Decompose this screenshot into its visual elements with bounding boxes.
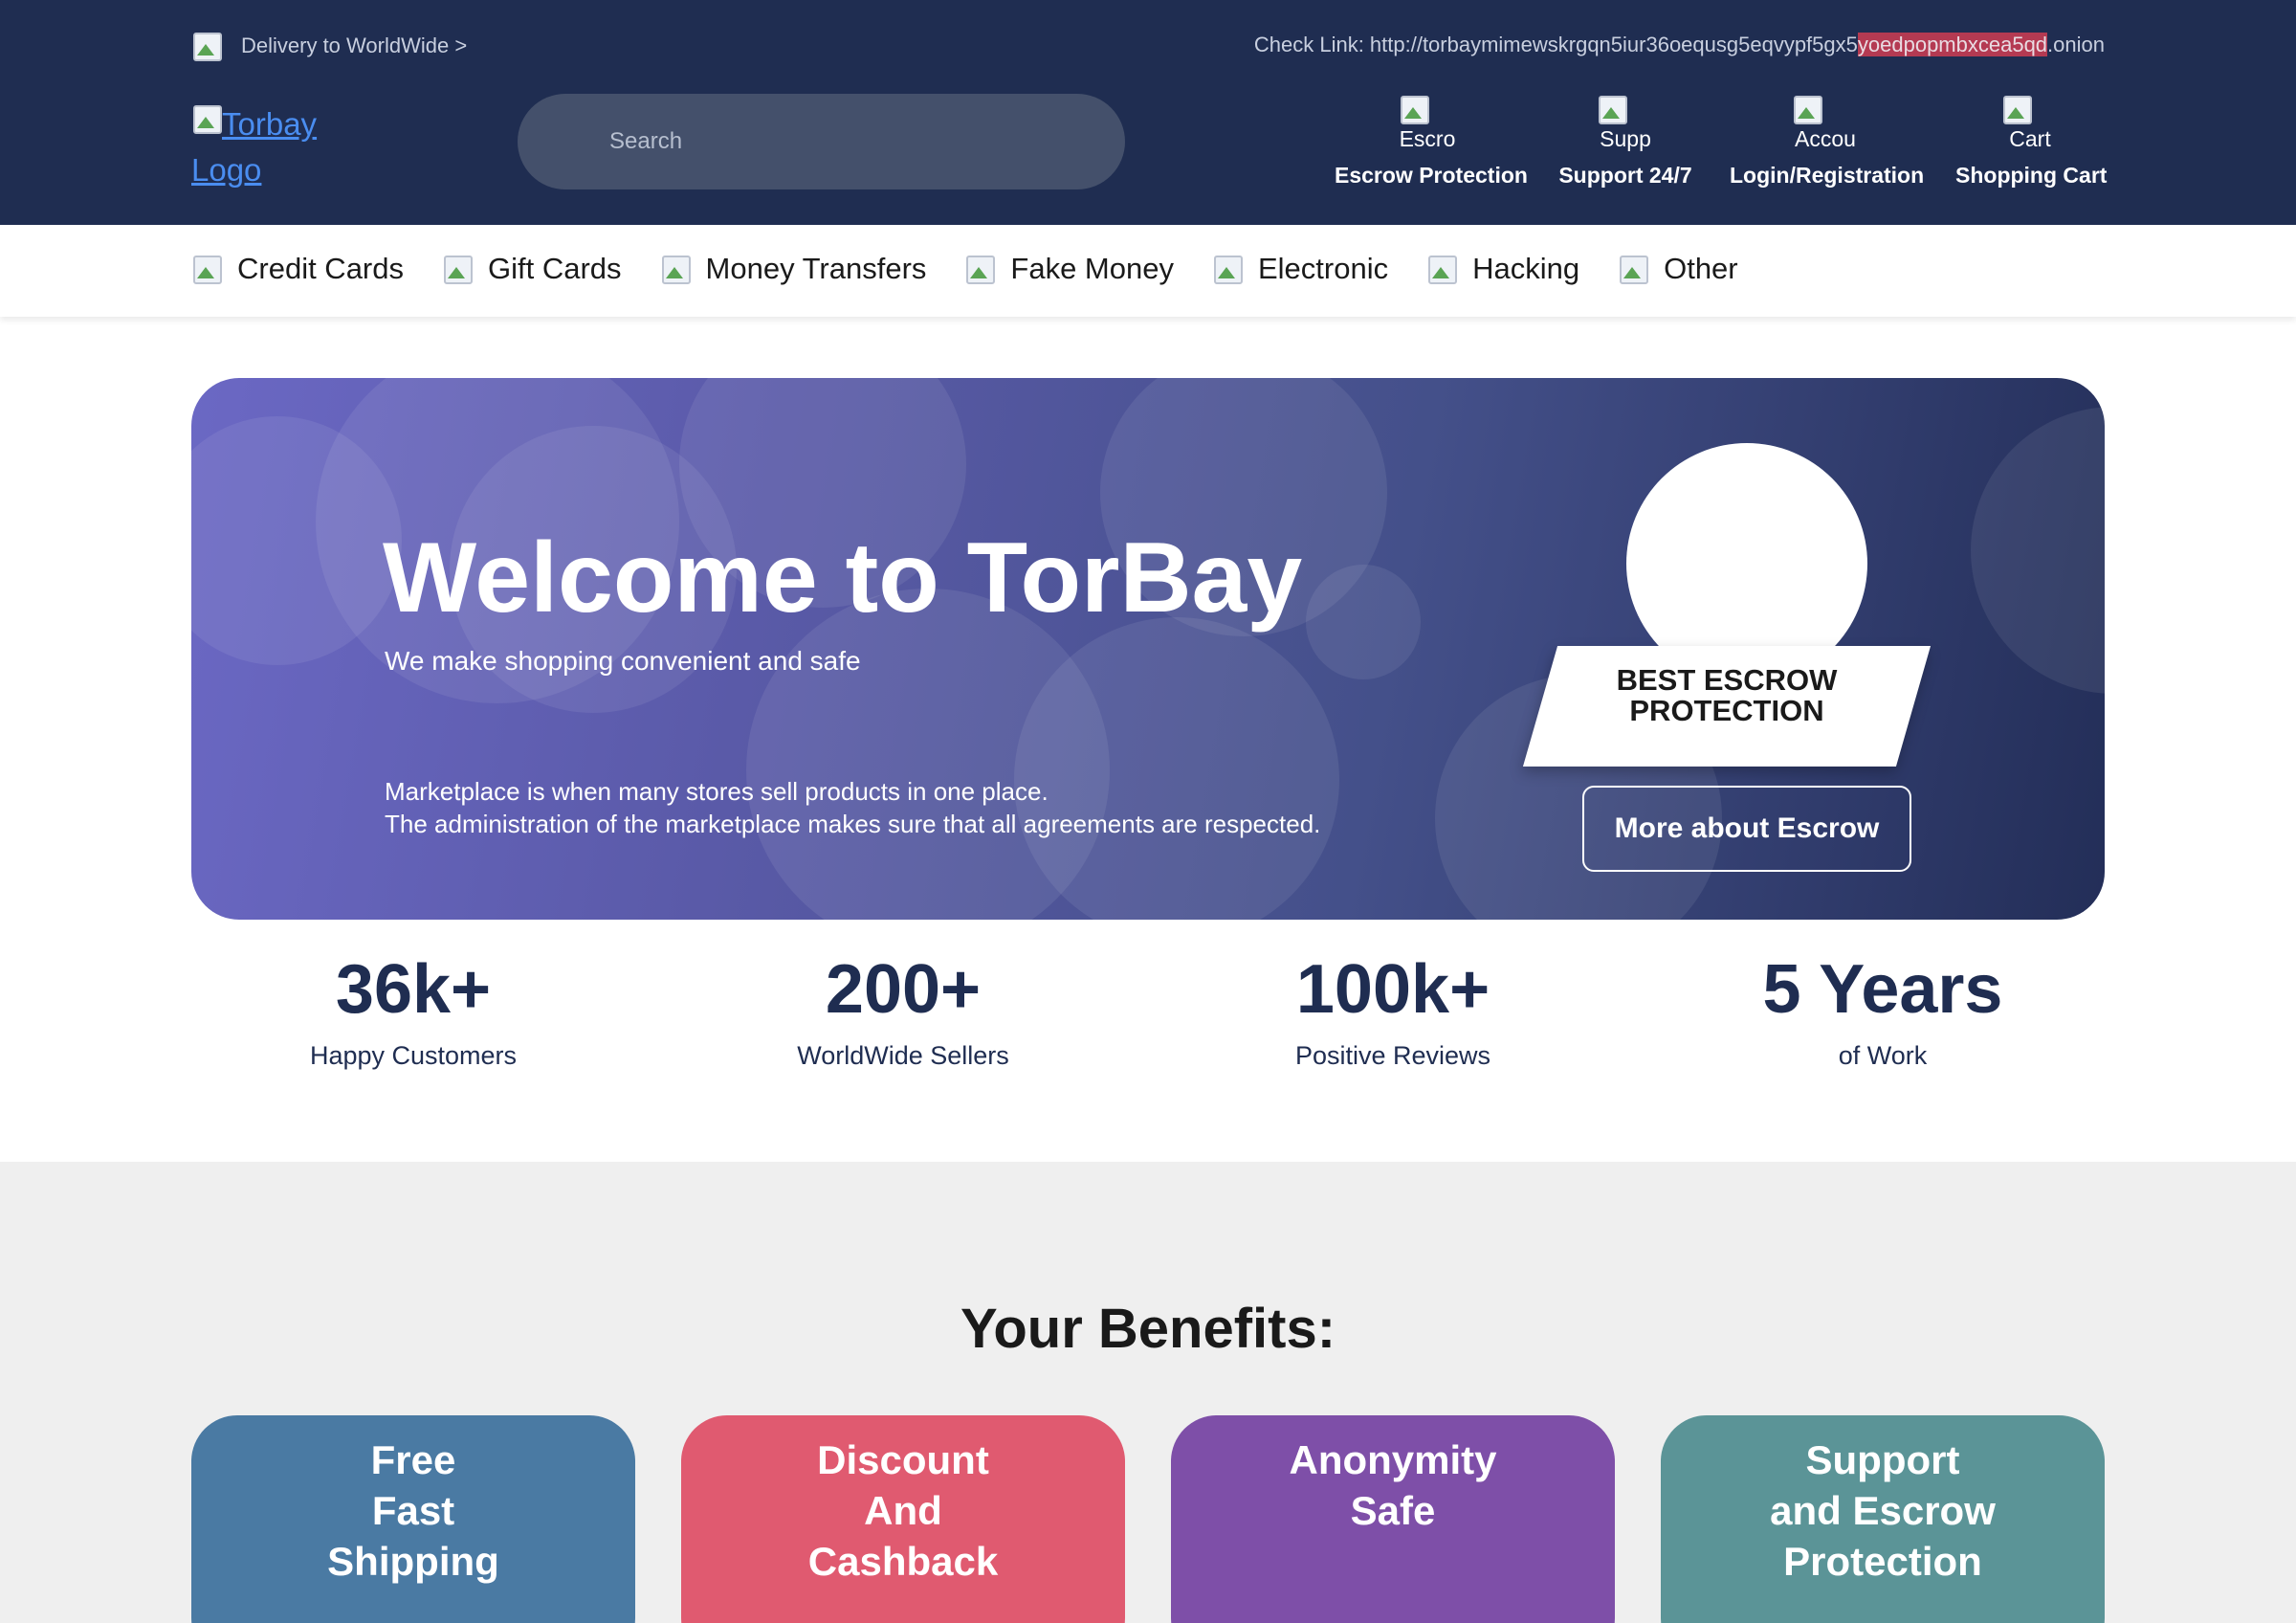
header-nav-escrow[interactable]: Escro Escrow Protection bbox=[1335, 94, 1528, 189]
category-hacking[interactable]: Hacking bbox=[1426, 252, 1579, 286]
account-broken-image-icon bbox=[1792, 94, 1822, 124]
gift-card-icon bbox=[442, 254, 473, 284]
globe-icon bbox=[191, 31, 222, 61]
stat-years: 5 Years of Work bbox=[1691, 947, 2074, 1071]
escrow-icon-alt: Escro bbox=[1399, 126, 1456, 151]
hero-description: Marketplace is when many stores sell pro… bbox=[385, 775, 1320, 840]
bokeh-decoration bbox=[1306, 565, 1421, 679]
benefit-line: Support bbox=[1805, 1437, 1960, 1482]
support-broken-image-icon bbox=[1597, 94, 1627, 124]
stat-label: of Work bbox=[1838, 1041, 1928, 1070]
stat-sellers: 200+ WorldWide Sellers bbox=[712, 947, 1094, 1071]
money-transfer-icon bbox=[660, 254, 691, 284]
top-header: Delivery to WorldWide > Check Link: http… bbox=[0, 0, 2296, 225]
site-logo-link[interactable]: Torbay Logo bbox=[191, 101, 364, 193]
hero-description-line: The administration of the marketplace ma… bbox=[385, 810, 1321, 838]
benefit-line: Anonymity bbox=[1289, 1437, 1497, 1482]
check-link-prefix: Check Link: http://torbaymimewskrgqn5iur… bbox=[1253, 33, 1858, 56]
benefit-line: Free bbox=[370, 1437, 456, 1482]
category-label: Other bbox=[1664, 252, 1738, 285]
hero-title: Welcome to TorBay bbox=[383, 522, 1303, 634]
benefit-line: Discount bbox=[817, 1437, 989, 1482]
escrow-badge-line: BEST ESCROW bbox=[1616, 663, 1838, 697]
credit-card-icon bbox=[191, 254, 222, 284]
category-money-transfers[interactable]: Money Transfers bbox=[660, 252, 927, 286]
stat-value: 100k+ bbox=[1295, 951, 1490, 1028]
benefit-line: Safe bbox=[1350, 1488, 1436, 1533]
benefit-line: and Escrow bbox=[1770, 1488, 1996, 1533]
category-label: Hacking bbox=[1472, 252, 1580, 285]
check-link-highlight: yoedpopmbxcea5qd bbox=[1857, 33, 2048, 56]
header-nav-cart[interactable]: Cart Shopping Cart bbox=[1955, 94, 2108, 189]
benefit-line: Cashback bbox=[807, 1539, 999, 1584]
stat-value: 200+ bbox=[825, 951, 982, 1028]
account-nav-label: Login/Registration bbox=[1730, 163, 1925, 188]
category-label: Money Transfers bbox=[705, 252, 927, 285]
category-electronic[interactable]: Electronic bbox=[1212, 252, 1388, 286]
escrow-icon: Escro bbox=[1399, 94, 1456, 151]
check-link: Check Link: http://torbaymimewskrgqn5iur… bbox=[1254, 33, 2105, 57]
bokeh-decoration bbox=[1971, 407, 2105, 694]
stat-label: Positive Reviews bbox=[1294, 1041, 1491, 1070]
support-icon: Supp bbox=[1597, 94, 1654, 151]
hero-description-line: Marketplace is when many stores sell pro… bbox=[385, 777, 1049, 806]
category-credit-cards[interactable]: Credit Cards bbox=[191, 252, 404, 286]
category-label: Gift Cards bbox=[488, 252, 622, 285]
stat-value: 36k+ bbox=[335, 951, 492, 1028]
more-about-escrow-button[interactable]: More about Escrow bbox=[1582, 786, 1911, 872]
electronics-icon bbox=[1212, 254, 1243, 284]
hero-subtitle: We make shopping convenient and safe bbox=[385, 646, 861, 676]
support-nav-label: Support 24/7 bbox=[1558, 163, 1692, 188]
category-other[interactable]: Other bbox=[1618, 252, 1738, 286]
search-input[interactable]: Search bbox=[518, 94, 1125, 189]
stat-value: 5 Years bbox=[1762, 951, 2003, 1028]
benefit-card-support[interactable]: Support and Escrow Protection bbox=[1661, 1415, 2105, 1623]
cart-broken-image-icon bbox=[2001, 94, 2032, 124]
header-nav-support[interactable]: Supp Support 24/7 bbox=[1556, 94, 1695, 189]
stat-customers: 36k+ Happy Customers bbox=[222, 947, 605, 1071]
escrow-nav-label: Escrow Protection bbox=[1335, 163, 1528, 188]
benefit-line: And bbox=[864, 1488, 942, 1533]
account-icon-alt: Accou bbox=[1795, 126, 1856, 151]
benefit-card-shipping[interactable]: Free Fast Shipping bbox=[191, 1415, 635, 1623]
check-link-suffix: .onion bbox=[2047, 33, 2105, 56]
cart-icon-alt: Cart bbox=[2009, 126, 2051, 151]
header-nav-account[interactable]: Accou Login/Registration bbox=[1730, 94, 1925, 189]
bokeh-decoration bbox=[1014, 617, 1339, 920]
stat-label: WorldWide Sellers bbox=[797, 1041, 1009, 1070]
hacking-icon bbox=[1426, 254, 1458, 284]
cart-nav-label: Shopping Cart bbox=[1955, 163, 2108, 188]
category-label: Electronic bbox=[1257, 252, 1389, 285]
stat-label: Happy Customers bbox=[309, 1041, 518, 1070]
account-icon: Accou bbox=[1792, 94, 1859, 151]
benefit-line: Fast bbox=[371, 1488, 455, 1533]
benefit-card-anonymity[interactable]: Anonymity Safe bbox=[1171, 1415, 1615, 1623]
support-icon-alt: Supp bbox=[1600, 126, 1651, 151]
logo-broken-image-icon bbox=[191, 103, 222, 134]
benefit-line: Shipping bbox=[327, 1539, 499, 1584]
category-list: Credit Cards Gift Cards Money Transfers … bbox=[191, 252, 1738, 286]
delivery-selector[interactable]: Delivery to WorldWide > bbox=[191, 31, 467, 61]
category-gift-cards[interactable]: Gift Cards bbox=[442, 252, 622, 286]
search-placeholder: Search bbox=[609, 128, 683, 154]
escrow-badge-text: BEST ESCROW PROTECTION bbox=[1540, 665, 1913, 726]
delivery-text: Delivery to WorldWide > bbox=[241, 33, 468, 57]
benefit-line: Protection bbox=[1783, 1539, 1982, 1584]
banknote-icon bbox=[964, 254, 996, 284]
cart-icon: Cart bbox=[2001, 94, 2059, 151]
escrow-broken-image-icon bbox=[1399, 94, 1429, 124]
benefit-card-discount[interactable]: Discount And Cashback bbox=[681, 1415, 1125, 1623]
category-fake-money[interactable]: Fake Money bbox=[964, 252, 1174, 286]
category-label: Fake Money bbox=[1010, 252, 1174, 285]
escrow-badge-line: PROTECTION bbox=[1629, 694, 1824, 727]
benefits-title: Your Benefits: bbox=[960, 1298, 1336, 1360]
category-bar: Credit Cards Gift Cards Money Transfers … bbox=[0, 225, 2296, 317]
stat-reviews: 100k+ Positive Reviews bbox=[1202, 947, 1584, 1071]
hero-banner: Welcome to TorBay We make shopping conve… bbox=[191, 378, 2105, 920]
category-label: Credit Cards bbox=[237, 252, 404, 285]
other-icon bbox=[1618, 254, 1649, 284]
